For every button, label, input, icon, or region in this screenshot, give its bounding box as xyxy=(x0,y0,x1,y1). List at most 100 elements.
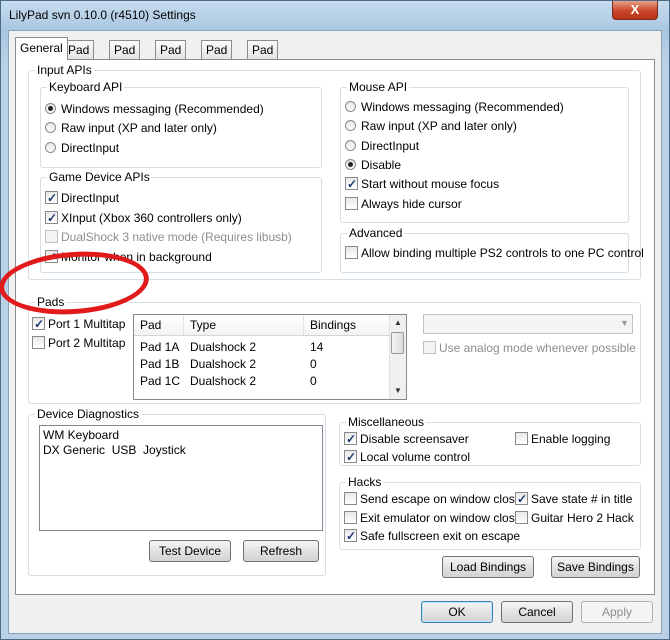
radio-indicator xyxy=(45,103,56,114)
checkbox-indicator xyxy=(45,190,58,206)
mouse-api-group: Mouse API Windows messaging (Recommended… xyxy=(340,80,629,223)
list-item[interactable]: WM Keyboard xyxy=(43,428,119,443)
type-cell: Dualshock 2 xyxy=(190,340,257,354)
checkbox-indicator xyxy=(344,528,357,544)
hacks-group: Hacks Send escape on window close Save s… xyxy=(339,475,641,550)
tab-pad-1d[interactable]: Pad 1D xyxy=(201,40,233,75)
checkbox-label: DirectInput xyxy=(61,191,120,205)
keyboard-api-group: Keyboard API Windows messaging (Recommen… xyxy=(40,80,322,168)
checkbox-indicator xyxy=(45,230,58,243)
scroll-thumb[interactable] xyxy=(391,332,404,354)
keyboard-api-legend: Keyboard API xyxy=(47,80,125,94)
advanced-legend: Advanced xyxy=(347,226,405,240)
pad-cell: Pad 1B xyxy=(140,357,180,371)
miscellaneous-group: Miscellaneous Disable screensaver Enable… xyxy=(339,415,641,466)
checkbox-label: Local volume control xyxy=(360,450,471,464)
checkbox-indicator xyxy=(32,336,45,349)
input-apis-group: Input APIs Keyboard API Windows messagin… xyxy=(28,63,644,280)
radio-indicator xyxy=(345,159,356,170)
checkbox-indicator xyxy=(344,431,357,447)
pads-group: Pads Port 1 Multitap Port 2 Multitap Pad… xyxy=(28,295,641,404)
apply-button[interactable]: Apply xyxy=(581,601,653,623)
checkbox-indicator xyxy=(344,492,357,505)
test-device-button[interactable]: Test Device xyxy=(149,540,231,562)
checkbox-label: Port 1 Multitap xyxy=(48,317,126,331)
checkbox-indicator xyxy=(45,249,58,265)
radio-label: DirectInput xyxy=(361,139,420,153)
tab-pad-1b[interactable]: Pad 1B xyxy=(109,40,141,75)
checkbox-label: Port 2 Multitap xyxy=(48,336,126,350)
scroll-up-icon[interactable]: ▲ xyxy=(390,315,406,331)
checkbox-indicator xyxy=(345,176,358,192)
load-bindings-button[interactable]: Load Bindings xyxy=(442,556,534,578)
radio-label: Windows messaging (Recommended) xyxy=(61,102,264,116)
checkbox-label: Start without mouse focus xyxy=(361,177,500,191)
radio-label: Disable xyxy=(361,158,402,172)
tab-label: General xyxy=(20,41,63,55)
table-row[interactable]: Pad 1A Dualshock 2 14 xyxy=(134,339,406,356)
save-bindings-button[interactable]: Save Bindings xyxy=(551,556,640,578)
bindings-cell: 0 xyxy=(310,357,317,371)
checkbox-indicator xyxy=(345,197,358,210)
radio-label: DirectInput xyxy=(61,141,120,155)
pads-legend: Pads xyxy=(35,295,67,309)
device-list[interactable]: WM Keyboard DX Generic USB Joystick xyxy=(39,425,323,531)
general-tab-panel: Input APIs Keyboard API Windows messagin… xyxy=(15,59,655,595)
radio-indicator xyxy=(345,120,356,131)
game-device-apis-group: Game Device APIs DirectInput XInput (Xbo… xyxy=(40,170,322,273)
checkbox-label: Guitar Hero 2 Hack xyxy=(531,511,634,525)
ok-button[interactable]: OK xyxy=(421,601,493,623)
title-bar[interactable]: LilyPad svn 0.10.0 (r4510) Settings X xyxy=(1,1,669,29)
type-cell: Dualshock 2 xyxy=(190,374,257,388)
checkbox-label: Safe fullscreen exit on escape xyxy=(360,529,521,543)
bindings-cell: 14 xyxy=(310,340,324,354)
chevron-down-icon: ▼ xyxy=(620,318,629,328)
radio-label: Raw input (XP and later only) xyxy=(61,121,217,135)
bindings-cell: 0 xyxy=(310,374,317,388)
pads-list[interactable]: Pad Type Bindings Pad 1A Dualshock 2 14 … xyxy=(133,314,407,400)
pad-type-select[interactable]: ▼ xyxy=(423,314,633,334)
input-apis-legend: Input APIs xyxy=(35,63,94,77)
miscellaneous-legend: Miscellaneous xyxy=(346,415,427,429)
column-pad-header[interactable]: Pad xyxy=(134,315,184,335)
checkbox-indicator xyxy=(345,246,358,259)
column-type-header[interactable]: Type xyxy=(184,315,304,335)
checkbox-indicator xyxy=(515,491,528,507)
refresh-button[interactable]: Refresh xyxy=(243,540,319,562)
checkbox-label: Save state # in title xyxy=(531,492,633,506)
radio-indicator xyxy=(45,142,56,153)
checkbox-indicator xyxy=(45,210,58,226)
pad-cell: Pad 1A xyxy=(140,340,180,354)
checkbox-label: Enable logging xyxy=(531,432,611,446)
pads-list-scrollbar[interactable]: ▲ ▼ xyxy=(389,315,406,399)
close-icon: X xyxy=(630,2,640,17)
advanced-group: Advanced Allow binding multiple PS2 cont… xyxy=(340,226,644,273)
column-bindings-header[interactable]: Bindings xyxy=(304,315,390,335)
checkbox-label: Monitor when in background xyxy=(61,250,212,264)
table-row[interactable]: Pad 1C Dualshock 2 0 xyxy=(134,373,406,390)
device-diagnostics-group: Device Diagnostics WM Keyboard DX Generi… xyxy=(28,407,326,576)
type-cell: Dualshock 2 xyxy=(190,357,257,371)
checkbox-label: Disable screensaver xyxy=(360,432,469,446)
tab-pad-1a[interactable]: Pad 1A xyxy=(63,40,95,75)
scroll-down-icon[interactable]: ▼ xyxy=(390,383,406,399)
list-item[interactable]: DX Generic USB Joystick xyxy=(43,443,186,458)
radio-indicator xyxy=(45,122,56,133)
checkbox-indicator xyxy=(344,449,357,465)
tab-pad-1c[interactable]: Pad 1C xyxy=(155,40,187,75)
close-button[interactable]: X xyxy=(612,1,658,20)
checkbox-indicator xyxy=(515,511,528,524)
settings-window: LilyPad svn 0.10.0 (r4510) Settings X Ge… xyxy=(0,0,670,640)
checkbox-label: Always hide cursor xyxy=(361,197,462,211)
checkbox-label: XInput (Xbox 360 controllers only) xyxy=(61,211,242,225)
checkbox-label: DualShock 3 native mode (Requires libusb… xyxy=(61,230,292,244)
radio-indicator xyxy=(345,140,356,151)
checkbox-indicator xyxy=(515,432,528,445)
cancel-button[interactable]: Cancel xyxy=(501,601,573,623)
checkbox-label: Use analog mode whenever possible xyxy=(439,341,636,355)
checkbox-indicator xyxy=(32,316,45,332)
tab-general[interactable]: General xyxy=(15,37,68,60)
tab-pad-2[interactable]: Pad 2 xyxy=(247,40,279,75)
checkbox-indicator xyxy=(423,341,436,354)
table-row[interactable]: Pad 1B Dualshock 2 0 xyxy=(134,356,406,373)
